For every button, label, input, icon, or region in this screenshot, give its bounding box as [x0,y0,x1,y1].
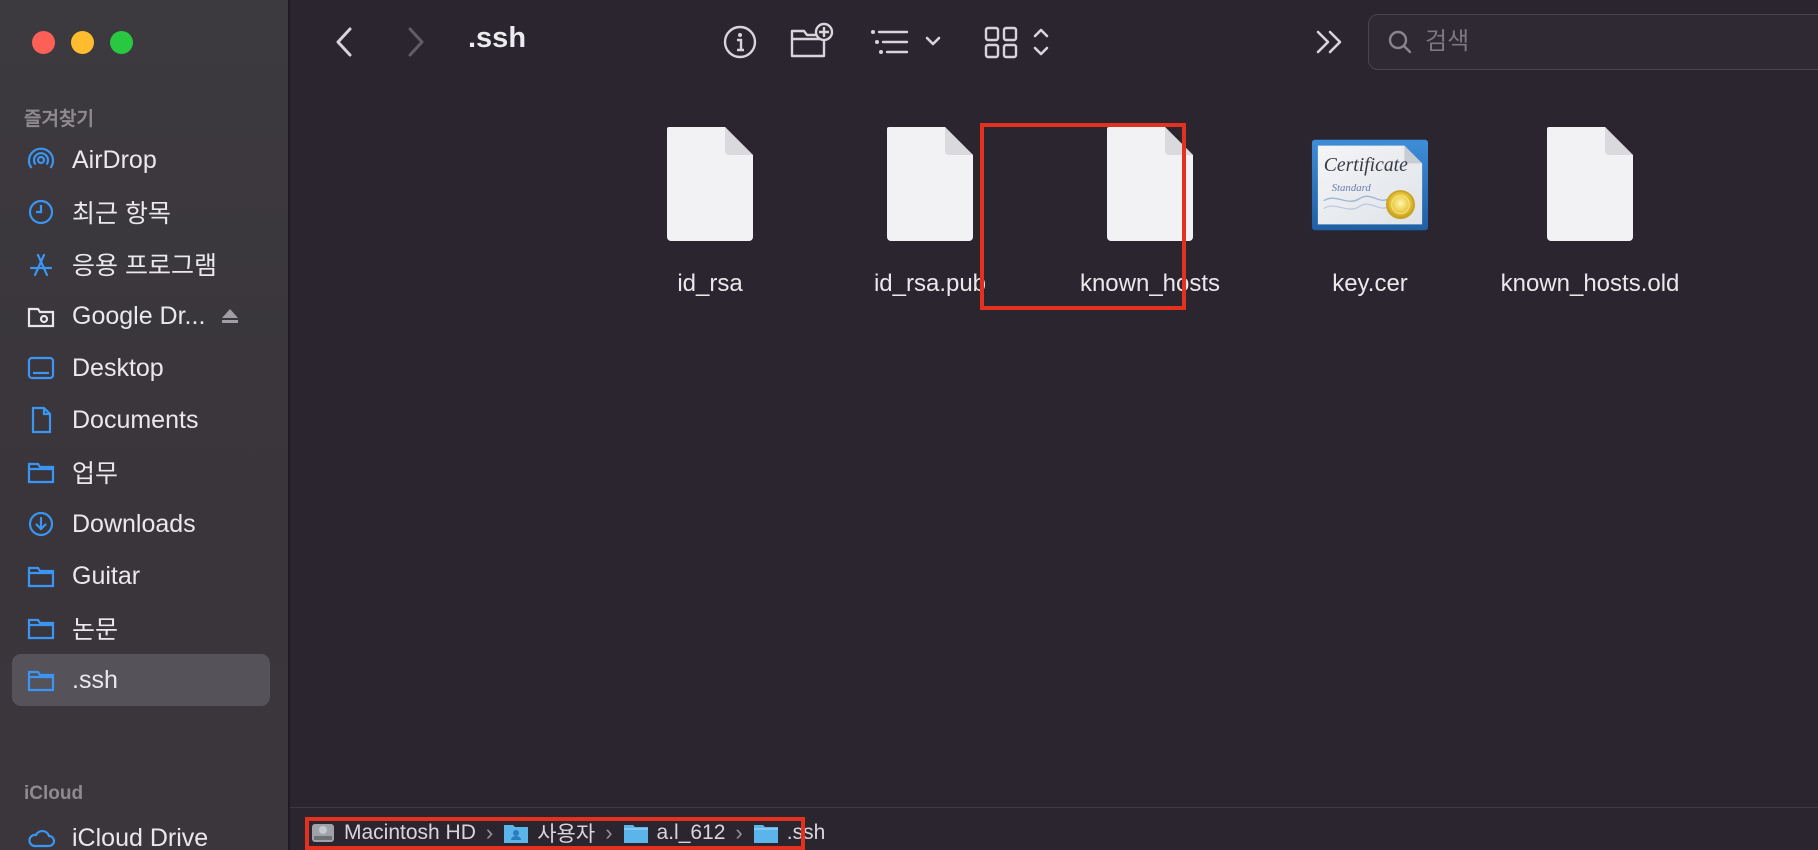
sidebar-item-label: 응용 프로그램 [72,252,217,280]
breadcrumb-item-users[interactable]: 사용자 [503,818,595,848]
back-button[interactable] [326,24,362,60]
forward-button[interactable] [398,24,434,60]
folder-icon [623,825,648,843]
drive-folder-icon [26,301,56,331]
search-icon [1388,30,1412,54]
generic-file-icon [1090,120,1210,248]
sidebar-item-downloads[interactable]: Downloads [12,498,270,550]
file-name: known_hosts [1079,270,1221,297]
sidebar-item-label: .ssh [72,665,118,694]
sidebar-item-applications[interactable]: 응용 프로그램 [12,238,270,290]
window-controls [32,31,133,54]
folder-icon [26,665,56,695]
icloud-list: iCloud Drive [12,812,270,850]
sidebar-item-label: 논문 [72,616,119,644]
window-title: .ssh [468,22,527,54]
folder-icon [26,613,56,643]
file-item-selected[interactable]: Certificate Standard key.cer [1260,120,1480,305]
certificate-title-text: Certificate [1324,154,1408,176]
sidebar-item-documents[interactable]: Documents [12,394,270,446]
toolbar: .ssh [290,0,1818,84]
users-folder-icon [504,825,529,843]
sidebar-item-label: Desktop [72,353,164,382]
file-name: key.cer [1332,270,1408,297]
sidebar-item-label: Downloads [72,509,196,538]
generic-file-icon [1530,120,1650,248]
sidebar-item-papers[interactable]: 논문 [12,602,270,654]
sidebar-item-airdrop[interactable]: AirDrop [12,134,270,186]
sidebar-item-label: Google Dr... [72,301,206,330]
sidebar-item-recents[interactable]: 최근 항목 [12,186,270,238]
double-chevron-right-icon [1316,30,1342,54]
folder-icon [26,457,56,487]
main-content: .ssh 검색 id_rsa id_rsa.pub known_hosts Ce… [290,0,1818,850]
chevron-right-icon: › [485,820,494,845]
list-chevron-down-icon [871,30,941,54]
download-icon [26,509,56,539]
more-toolbar-items-button[interactable] [1310,24,1350,60]
finder-window: 즐겨찾기 AirDrop 최근 항목 응용 프로그램 Google Dr... … [0,0,1818,850]
favorites-section-title: 즐겨찾기 [24,109,94,130]
file-name: id_rsa.pub [873,270,987,297]
airdrop-icon [26,145,56,175]
view-mode-button[interactable] [983,22,1059,62]
minimize-window-button[interactable] [71,31,94,54]
sidebar-item-label: iCloud Drive [72,823,209,850]
search-input[interactable] [1425,28,1805,56]
file-item[interactable]: known_hosts [1040,120,1260,305]
sidebar-item-label: Guitar [72,561,141,590]
info-icon [723,25,757,59]
sidebar-item-guitar[interactable]: Guitar [12,550,270,602]
clock-icon [26,197,56,227]
sidebar-item-icloud-drive[interactable]: iCloud Drive [12,812,270,850]
breadcrumb-item-ssh[interactable]: .ssh [753,821,825,845]
close-window-button[interactable] [32,31,55,54]
new-folder-icon [790,22,834,58]
new-folder-button[interactable] [788,20,836,62]
sidebar-item-label: Documents [72,405,199,434]
folder-icon [26,561,56,591]
cloud-icon [26,823,56,850]
path-bar: Macintosh HD › 사용자 › a.l_612 › .ssh [290,807,1818,850]
sidebar-item-google-drive[interactable]: Google Dr... [12,290,270,342]
breadcrumb-item-disk[interactable]: Macintosh HD [310,821,476,845]
chevron-left-icon [336,27,352,57]
applications-icon [26,249,56,279]
chevron-right-icon [408,27,424,57]
chevron-right-icon: › [605,820,613,845]
chevron-right-icon: › [735,820,743,845]
file-name: known_hosts.old [1500,270,1680,297]
grid-view-icon [984,26,1049,59]
sidebar-item-label: 업무 [72,460,119,488]
document-icon [26,405,56,435]
get-info-button[interactable] [720,22,760,62]
hard-disk-icon [312,824,334,842]
file-item[interactable]: known_hosts.old [1480,120,1700,305]
sidebar-item-ssh[interactable]: .ssh [12,654,270,706]
breadcrumb: Macintosh HD › 사용자 › a.l_612 › .ssh [310,818,825,848]
file-item[interactable]: id_rsa [600,120,820,305]
certificate-icon: Certificate Standard [1310,120,1430,248]
file-name: id_rsa [677,270,743,297]
certificate-subtitle-text: Standard [1332,182,1372,194]
generic-file-icon [650,120,770,248]
zoom-window-button[interactable] [110,31,133,54]
icloud-section-title: iCloud [24,783,84,804]
desktop-icon [26,353,56,383]
sidebar: 즐겨찾기 AirDrop 최근 항목 응용 프로그램 Google Dr... … [0,0,290,850]
favorites-list: AirDrop 최근 항목 응용 프로그램 Google Dr... Deskt… [12,134,270,706]
sidebar-item-work[interactable]: 업무 [12,446,270,498]
eject-icon[interactable] [219,305,241,327]
folder-icon [753,825,778,843]
file-item[interactable]: id_rsa.pub [820,120,1040,305]
group-by-button[interactable] [868,24,948,60]
sidebar-item-label: AirDrop [72,145,157,174]
breadcrumb-item-home[interactable]: a.l_612 [623,821,725,845]
sidebar-item-label: 최근 항목 [72,200,171,228]
sidebar-item-desktop[interactable]: Desktop [12,342,270,394]
search-field[interactable] [1368,14,1818,70]
generic-file-icon [870,120,990,248]
